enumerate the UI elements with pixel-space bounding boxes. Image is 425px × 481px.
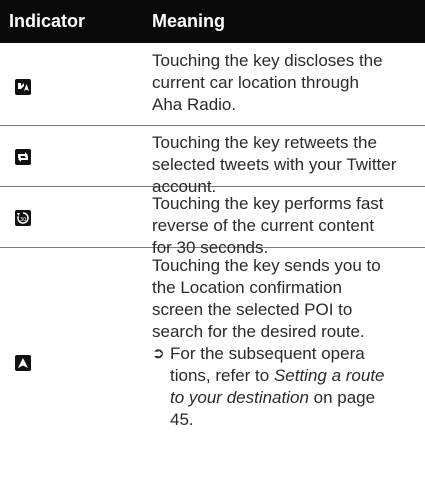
row-text-line: Touching the key retweets the (152, 133, 377, 152)
location-share-icon (15, 79, 31, 95)
row-text-line: search for the desired route. (152, 322, 365, 341)
row-text-line: the Location confirmation (152, 278, 342, 297)
table-row: 30 Touching the key performs fast revers… (0, 187, 425, 257)
row-text-line: Aha Radio. (152, 95, 237, 114)
row-text-line: selected tweets with your Twitter (152, 155, 397, 174)
svg-text:30: 30 (20, 217, 26, 223)
rewind-30-icon: 30 (15, 210, 31, 226)
table-row: Touching the key sends you to the Locati… (0, 248, 425, 481)
note-arrow-icon: ➲ (152, 345, 165, 362)
table-row: Touching the key discloses the current c… (0, 43, 425, 126)
indicator-table: Indicator Meaning Touching the key discl… (0, 0, 425, 481)
header-meaning: Meaning (152, 11, 226, 31)
row-text-line: Touching the key performs fast (152, 194, 384, 213)
table-row: Touching the key retweets the selected t… (0, 126, 425, 196)
page-number: 45. (170, 410, 194, 429)
row-text-line: Touching the key sends you to (152, 256, 381, 275)
row-text-line: current car location through (152, 73, 359, 92)
retweet-icon (15, 149, 31, 165)
navigate-arrow-icon (15, 355, 31, 371)
note-line: on page (308, 388, 376, 407)
row-text-line: Touching the key discloses the (152, 51, 383, 70)
note-line: For the subsequent opera (170, 344, 365, 363)
note-line: tions, refer to (170, 366, 274, 385)
row-text-line: reverse of the current content (152, 216, 375, 235)
table-header: Indicator Meaning (0, 0, 425, 43)
row-text-line: screen the selected POI to (152, 300, 353, 319)
cross-reference-link: Setting a route (273, 366, 385, 385)
reference-note: ➲ For the subsequent opera tions, refer … (152, 343, 413, 431)
cross-reference-link: to your destination (170, 388, 309, 407)
header-indicator: Indicator (9, 11, 86, 31)
